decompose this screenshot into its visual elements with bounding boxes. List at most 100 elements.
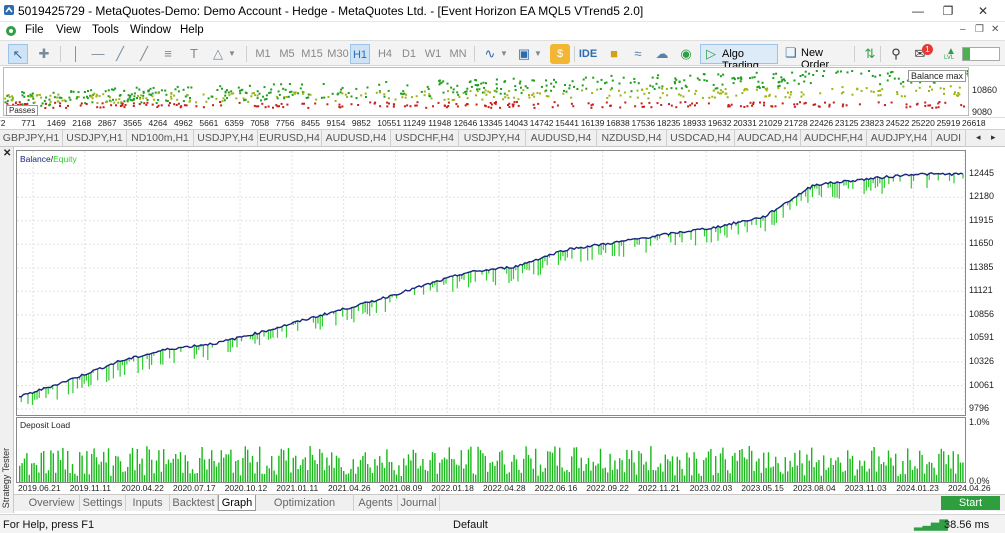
dep-y-tick: 1.0% xyxy=(969,417,990,427)
tester-tab-backtest[interactable]: Backtest xyxy=(170,495,218,511)
vps-icon[interactable]: ◉ xyxy=(676,44,696,64)
symbol-tab[interactable]: USDCHF,H4 xyxy=(391,130,459,147)
symbol-tab[interactable]: AUDUSD,H4 xyxy=(322,130,391,147)
opt-pass-point xyxy=(465,103,468,106)
close-button[interactable]: ✕ xyxy=(968,2,998,20)
maximize-button[interactable]: ❐ xyxy=(933,2,963,20)
symbol-tab[interactable]: GBPJPY,H1 xyxy=(0,130,63,147)
cursor-icon[interactable]: ↖ xyxy=(8,44,28,64)
scroll-right-icon[interactable]: ▸ xyxy=(991,132,996,143)
deposit-load-bar xyxy=(367,464,369,482)
menu-tools[interactable]: Tools xyxy=(92,24,119,36)
timeframe-m30[interactable]: M30 xyxy=(326,44,350,64)
algo-trading-button[interactable]: ▷ Algo Trading xyxy=(700,44,778,72)
timeframe-h1[interactable]: H1 xyxy=(350,44,370,64)
symbol-tab[interactable]: USDJPY,H4 xyxy=(459,130,526,147)
symbol-tab[interactable]: AUDJPY,H4 xyxy=(867,130,932,147)
tester-tab-journal[interactable]: Journal xyxy=(398,495,440,511)
deposit-load-bar xyxy=(753,470,755,482)
opt-pass-point xyxy=(428,95,431,97)
timeframe-m5[interactable]: M5 xyxy=(276,44,298,64)
opt-pass-point xyxy=(937,106,940,109)
chevron-down-icon[interactable]: ▼ xyxy=(226,44,238,64)
deposit-load-bar xyxy=(945,464,947,482)
menu-view[interactable]: View xyxy=(56,24,81,36)
ide-button[interactable]: IDE xyxy=(578,44,598,64)
menu-window[interactable]: Window xyxy=(130,24,171,36)
trendline-icon[interactable]: ╱ xyxy=(110,44,130,64)
new-order-button[interactable]: ❏ New Order xyxy=(783,44,851,71)
opt-pass-point xyxy=(469,90,472,93)
opt-pass-point xyxy=(696,77,699,80)
minimize-button[interactable]: — xyxy=(903,2,933,20)
fibonacci-icon[interactable]: ≡ xyxy=(158,44,178,64)
symbol-tab[interactable]: USDJPY,H4 xyxy=(194,130,258,147)
symbol-tab[interactable]: AUDCHF,H4 xyxy=(801,130,867,147)
timeframe-m15[interactable]: M15 xyxy=(300,44,324,64)
indicators-icon[interactable]: ▣ xyxy=(514,44,534,64)
symbol-tab[interactable]: AUDUSD,H4 xyxy=(526,130,597,147)
menu-file[interactable]: File xyxy=(25,24,44,36)
crosshair-icon[interactable]: ✚ xyxy=(34,44,54,64)
dollar-icon[interactable]: $ xyxy=(550,44,570,64)
market-icon[interactable]: ■ xyxy=(604,44,624,64)
tester-tab-settings[interactable]: Settings xyxy=(80,495,126,511)
timeframe-m1[interactable]: M1 xyxy=(252,44,274,64)
menu-help[interactable]: Help xyxy=(180,24,204,36)
timeframe-d1[interactable]: D1 xyxy=(398,44,420,64)
symbol-tab[interactable]: AUDCAD,H4 xyxy=(735,130,801,147)
chart-type-icon[interactable]: ∿ xyxy=(480,44,500,64)
opt-pass-point xyxy=(420,90,423,93)
tester-tab-optimization-results[interactable]: Optimization Results xyxy=(256,495,354,525)
mdi-restore-button[interactable]: ❐ xyxy=(975,24,984,35)
timeframe-h4[interactable]: H4 xyxy=(374,44,396,64)
opt-pass-point xyxy=(258,92,261,95)
symbol-tab[interactable]: ND100m,H1 xyxy=(127,130,194,147)
tester-tab-graph[interactable]: Graph xyxy=(218,495,256,511)
mdi-close-button[interactable]: ✕ xyxy=(991,24,999,35)
opt-pass-point xyxy=(495,78,498,81)
gear-icon[interactable] xyxy=(4,24,18,38)
chevron-down-icon[interactable]: ▼ xyxy=(498,44,510,64)
signals-icon[interactable]: ≈ xyxy=(628,44,648,64)
tester-tab-overview[interactable]: Overview xyxy=(24,495,80,511)
date-tick: 2023.05.15 xyxy=(741,483,784,493)
symbol-tab[interactable]: NZDUSD,H4 xyxy=(597,130,667,147)
opt-pass-point xyxy=(851,70,854,72)
tester-tab-inputs[interactable]: Inputs xyxy=(126,495,170,511)
symbol-tab[interactable]: USDCAD,H4 xyxy=(667,130,735,147)
symbol-tab[interactable]: AUDI xyxy=(932,130,966,147)
opt-pass-point xyxy=(832,101,835,104)
mdi-minimize-button[interactable]: – xyxy=(960,24,966,35)
deposit-load-bar xyxy=(707,451,710,482)
deposit-load-bar xyxy=(110,475,112,482)
opt-pass-point xyxy=(916,102,919,105)
timeframe-mn[interactable]: MN xyxy=(446,44,470,64)
deposit-load-bar xyxy=(818,460,820,482)
shapes-icon[interactable]: △ xyxy=(208,44,228,64)
horizontal-line-icon[interactable]: — xyxy=(88,44,108,64)
tester-tab-agents[interactable]: Agents xyxy=(354,495,398,511)
depth-of-market-icon[interactable]: ⇅ xyxy=(860,44,880,64)
vertical-line-icon[interactable]: │ xyxy=(66,44,86,64)
close-panel-icon[interactable]: ✕ xyxy=(3,148,11,159)
search-icon[interactable]: ⚲ xyxy=(886,44,906,64)
opt-pass-point xyxy=(18,101,21,104)
opt-pass-point xyxy=(666,94,669,97)
start-button[interactable]: Start xyxy=(941,496,1000,510)
pass-tick: 20331 xyxy=(733,118,757,128)
opt-pass-point xyxy=(278,93,281,96)
deposit-load-bar xyxy=(515,459,518,482)
symbol-tab[interactable]: USDJPY,H1 xyxy=(63,130,127,147)
opt-pass-point xyxy=(146,101,149,104)
chevron-down-icon[interactable]: ▼ xyxy=(532,44,544,64)
symbol-tab[interactable]: EURUSD,H4 xyxy=(258,130,322,147)
channel-icon[interactable]: ╱ xyxy=(134,44,154,64)
opt-pass-point xyxy=(480,82,483,85)
deposit-load-bar xyxy=(801,463,803,482)
timeframe-w1[interactable]: W1 xyxy=(422,44,444,64)
opt-pass-point xyxy=(175,103,178,106)
cloud-icon[interactable]: ☁ xyxy=(652,44,672,64)
scroll-left-icon[interactable]: ◂ xyxy=(976,132,981,143)
text-icon[interactable]: T xyxy=(184,44,204,64)
